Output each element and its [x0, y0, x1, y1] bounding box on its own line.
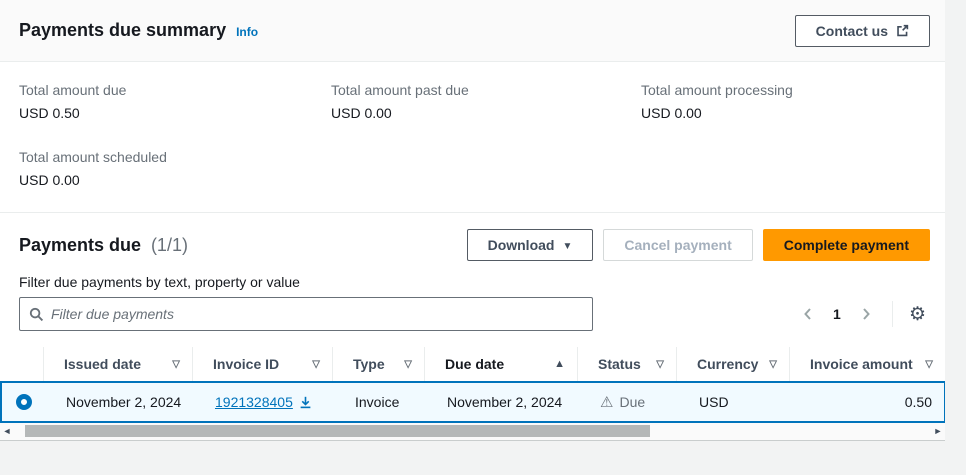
pager-divider [892, 301, 893, 327]
summary-header: Payments due summary Info Contact us [0, 0, 945, 62]
scroll-right-icon[interactable]: ► [931, 423, 945, 439]
info-link[interactable]: Info [236, 25, 258, 39]
table-actions: Download ▼ Cancel payment Complete payme… [467, 229, 930, 261]
horizontal-scrollbar[interactable]: ◄ ► [0, 423, 945, 441]
column-header-invoice-id[interactable]: Invoice ID ▽ [193, 347, 333, 381]
section-count: (1/1) [151, 235, 188, 255]
cell-issued-date: November 2, 2024 [46, 383, 195, 421]
summary-stats: Total amount due USD 0.50 Total amount p… [0, 62, 945, 212]
column-label: Currency [697, 356, 758, 372]
download-button[interactable]: Download ▼ [467, 229, 594, 261]
chevron-left-icon [801, 306, 815, 322]
cell-status: ⚠ Due [580, 383, 679, 421]
settings-gear-icon[interactable]: ⚙ [905, 305, 930, 324]
payments-due-section: Payments due (1/1) Download ▼ Cancel pay… [0, 212, 945, 441]
chevron-right-icon [859, 306, 873, 322]
column-label: Status [598, 356, 641, 372]
contact-us-button[interactable]: Contact us [795, 15, 930, 47]
scroll-left-icon[interactable]: ◄ [0, 423, 14, 439]
stat-label: Total amount scheduled [19, 149, 331, 165]
filter-label: Filter due payments by text, property or… [19, 274, 926, 290]
payments-due-header: Payments due (1/1) Download ▼ Cancel pay… [0, 213, 945, 261]
column-header-due-date[interactable]: Due date ▲ [425, 347, 578, 381]
previous-page-button[interactable] [794, 300, 822, 328]
payments-panel: Payments due summary Info Contact us Tot… [0, 0, 945, 441]
stat-label: Total amount processing [641, 82, 926, 98]
stat-total-past-due: Total amount past due USD 0.00 [331, 82, 641, 121]
caret-down-icon: ▼ [562, 241, 572, 252]
cancel-payment-button[interactable]: Cancel payment [603, 229, 752, 261]
scrollbar-thumb[interactable] [25, 425, 650, 437]
column-header-type[interactable]: Type ▽ [333, 347, 425, 381]
table-header-row: Issued date ▽ Invoice ID ▽ Type ▽ Due da… [0, 347, 945, 381]
external-link-icon [896, 24, 909, 37]
sort-icon: ▽ [404, 359, 412, 370]
stat-value: USD 0.00 [19, 172, 331, 188]
cell-invoice-amount: 0.50 [792, 383, 944, 421]
download-label: Download [488, 237, 555, 253]
warning-icon: ⚠ [600, 395, 613, 410]
complete-payment-button[interactable]: Complete payment [763, 229, 930, 261]
cell-type: Invoice [335, 383, 427, 421]
stat-total-scheduled: Total amount scheduled USD 0.00 [19, 149, 331, 188]
sort-icon: ▽ [769, 359, 777, 370]
table-row[interactable]: November 2, 2024 1921328405 Invoice Nove… [0, 381, 945, 423]
page-title: Payments due summary [19, 20, 226, 41]
status-text: Due [619, 394, 645, 410]
sort-icon: ▽ [172, 359, 180, 370]
download-invoice-icon[interactable] [299, 396, 312, 409]
payments-due-title-group: Payments due (1/1) [19, 235, 188, 256]
column-header-status[interactable]: Status ▽ [578, 347, 677, 381]
current-page[interactable]: 1 [826, 306, 848, 322]
cell-due-date: November 2, 2024 [427, 383, 580, 421]
column-header-currency[interactable]: Currency ▽ [677, 347, 790, 381]
column-label: Invoice ID [213, 356, 279, 372]
filter-input[interactable] [51, 306, 583, 322]
sort-icon: ▽ [656, 359, 664, 370]
section-title: Payments due [19, 235, 141, 255]
column-label: Type [353, 356, 385, 372]
column-label: Issued date [64, 356, 141, 372]
stat-label: Total amount due [19, 82, 331, 98]
search-icon [29, 307, 44, 322]
stat-value: USD 0.00 [331, 105, 641, 121]
stat-value: USD 0.50 [19, 105, 331, 121]
stat-label: Total amount past due [331, 82, 641, 98]
sort-icon: ▽ [925, 359, 933, 370]
summary-title-group: Payments due summary Info [19, 20, 258, 41]
sort-ascending-icon: ▲ [554, 358, 565, 370]
table-toolbar: 1 ⚙ [19, 297, 930, 331]
column-label: Due date [445, 356, 504, 372]
column-header-invoice-amount[interactable]: Invoice amount ▽ [790, 347, 945, 381]
stat-value: USD 0.00 [641, 105, 926, 121]
select-all-column-header [0, 347, 44, 381]
cell-invoice-id: 1921328405 [195, 383, 335, 421]
contact-us-label: Contact us [816, 23, 888, 39]
stat-total-due: Total amount due USD 0.50 [19, 82, 331, 121]
invoice-id-text: 1921328405 [215, 394, 293, 410]
invoice-id-link[interactable]: 1921328405 [215, 394, 312, 410]
stat-total-processing: Total amount processing USD 0.00 [641, 82, 926, 121]
pagination: 1 ⚙ [794, 300, 930, 328]
row-select-radio[interactable] [16, 394, 32, 410]
row-select-cell [2, 383, 46, 421]
cell-currency: USD [679, 383, 792, 421]
sort-icon: ▽ [312, 359, 320, 370]
column-label: Invoice amount [810, 356, 913, 372]
next-page-button[interactable] [852, 300, 880, 328]
column-header-issued-date[interactable]: Issued date ▽ [44, 347, 193, 381]
filter-input-container [19, 297, 593, 331]
